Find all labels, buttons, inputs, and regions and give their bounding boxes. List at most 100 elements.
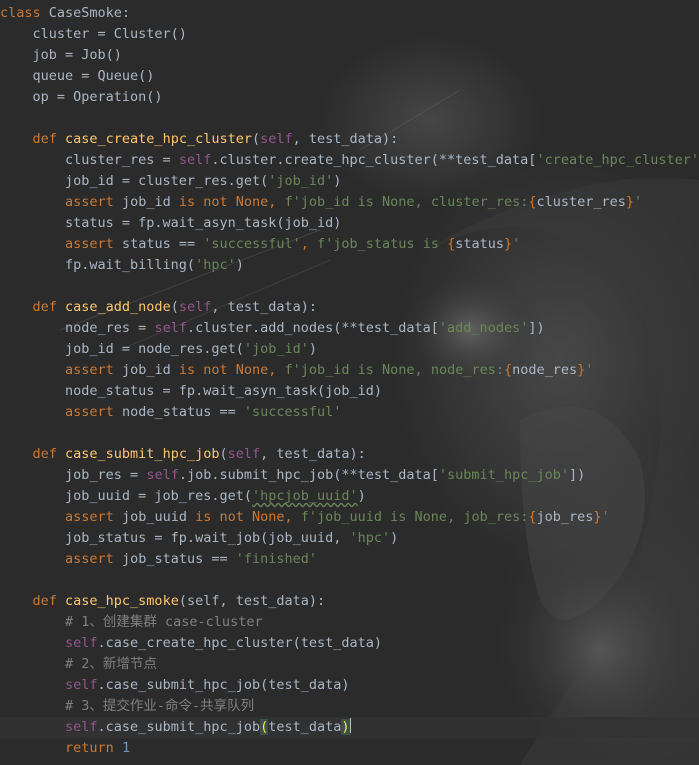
code-editor[interactable]: class CaseSmoke: cluster = Cluster() job…	[0, 0, 699, 765]
code-line[interactable]: assert node_status == 'successful'	[0, 402, 699, 423]
code-token: '	[601, 509, 610, 525]
code-line[interactable]: def case_add_node(self, test_data):	[0, 297, 699, 318]
code-token: ,	[284, 509, 301, 525]
code-line[interactable]	[0, 108, 699, 129]
code-line[interactable]: class CaseSmoke:	[0, 3, 699, 24]
code-line[interactable]: job_uuid = job_res.get('hpcjob_uuid')	[0, 486, 699, 507]
code-line[interactable]: fp.wait_billing('hpc')	[0, 255, 699, 276]
code-line[interactable]: op = Operation()	[0, 87, 699, 108]
code-token: f'job_uuid is None, job_res:	[300, 509, 529, 525]
code-token: job_res	[536, 509, 594, 525]
code-token: {	[503, 362, 513, 378]
code-token: test_data	[268, 719, 342, 735]
code-line[interactable]: assert job_id is not None, f'job_id is N…	[0, 192, 699, 213]
code-token: queue = Queue()	[0, 68, 155, 84]
code-line[interactable]: queue = Queue()	[0, 66, 699, 87]
code-line[interactable]: return 1	[0, 738, 699, 759]
code-token: case_hpc_smoke	[65, 593, 179, 609]
code-token: def	[32, 593, 66, 609]
code-token: '	[512, 236, 521, 252]
code-token: node_status = fp.wait_asyn_task(job_id)	[0, 383, 383, 399]
code-token: ])	[568, 467, 586, 483]
code-token: status = fp.wait_asyn_task(job_id)	[0, 215, 342, 231]
code-line[interactable]: cluster_res = self.cluster.create_hpc_cl…	[0, 150, 699, 171]
code-line[interactable]: self.case_submit_hpc_job(test_data)	[0, 675, 699, 696]
code-token: class	[0, 5, 49, 21]
code-token: node_status ==	[121, 404, 244, 420]
code-line[interactable]: # 3、提交作业-命令-共享队列	[0, 696, 699, 717]
code-token: cluster = Cluster()	[0, 26, 187, 42]
code-token: status ==	[121, 236, 204, 252]
code-token: is not None	[178, 362, 269, 378]
code-line[interactable]: # 2、新增节点	[0, 654, 699, 675]
code-line[interactable]: job_res = self.job.submit_hpc_job(**test…	[0, 465, 699, 486]
code-token: .case_submit_hpc_job	[97, 719, 261, 735]
code-token: self	[154, 320, 187, 336]
code-line[interactable]: job_id = node_res.get('job_id')	[0, 339, 699, 360]
code-token: job_status ==	[121, 551, 236, 567]
code-line[interactable]: self.case_create_hpc_cluster(test_data)	[0, 633, 699, 654]
code-token: )	[308, 341, 318, 357]
code-token: ,	[300, 236, 318, 252]
code-token: 'hpcjob_uuid'	[251, 488, 358, 504]
code-line[interactable]: job = Job()	[0, 45, 699, 66]
code-token: 'submit_hpc_job'	[438, 467, 569, 483]
code-line[interactable]: node_status = fp.wait_asyn_task(job_id)	[0, 381, 699, 402]
code-line[interactable]: job_id = cluster_res.get('job_id')	[0, 171, 699, 192]
code-token: self	[146, 467, 179, 483]
code-token: is not None	[195, 509, 285, 525]
code-token: case_add_node	[65, 299, 171, 315]
code-token: '	[585, 362, 594, 378]
code-token: 'job_id'	[268, 173, 334, 189]
code-line[interactable]: assert status == 'successful', f'job_sta…	[0, 234, 699, 255]
code-token: ,	[268, 362, 285, 378]
code-token: self	[227, 446, 261, 462]
code-token: self	[65, 719, 98, 735]
code-lines[interactable]: class CaseSmoke: cluster = Cluster() job…	[0, 3, 699, 759]
code-line[interactable]: assert job_status == 'finished'	[0, 549, 699, 570]
code-token: 'add_nodes'	[438, 320, 529, 336]
text-caret	[349, 718, 351, 733]
code-line[interactable]: def case_create_hpc_cluster(self, test_d…	[0, 129, 699, 150]
code-line[interactable]: cluster = Cluster()	[0, 24, 699, 45]
code-line[interactable]: def case_hpc_smoke(self, test_data):	[0, 591, 699, 612]
code-token: .case_submit_hpc_job(test_data)	[97, 677, 350, 693]
code-token: status	[455, 236, 504, 252]
code-line[interactable]: job_status = fp.wait_job(job_uuid, 'hpc'…	[0, 528, 699, 549]
code-line[interactable]: self.case_submit_hpc_job(test_data)	[0, 717, 699, 738]
code-token: assert	[65, 362, 122, 378]
code-token: , test_data):	[211, 299, 318, 315]
code-token: 'hpc'	[349, 530, 391, 546]
code-token: case_submit_hpc_job	[65, 446, 220, 462]
code-line[interactable]: assert job_uuid is not None, f'job_uuid …	[0, 507, 699, 528]
code-token: assert	[65, 509, 122, 525]
code-token: op = Operation()	[0, 89, 163, 105]
code-token: 'successful'	[203, 236, 301, 252]
code-token: self	[65, 677, 98, 693]
code-line[interactable]: status = fp.wait_asyn_task(job_id)	[0, 213, 699, 234]
code-line[interactable]	[0, 276, 699, 297]
code-token: job_res =	[0, 467, 147, 483]
code-token: job_uuid	[121, 509, 196, 525]
code-token: , test_data):	[260, 446, 366, 462]
code-line[interactable]: node_res = self.cluster.add_nodes(**test…	[0, 318, 699, 339]
code-line[interactable]: assert job_id is not None, f'job_id is N…	[0, 360, 699, 381]
code-line[interactable]: def case_submit_hpc_job(self, test_data)…	[0, 444, 699, 465]
code-token: fp.wait_billing(	[0, 257, 196, 273]
code-line[interactable]: # 1、创建集群 case-cluster	[0, 612, 699, 633]
code-token: job_id = cluster_res.get(	[0, 173, 269, 189]
code-token: # 2、新增节点	[65, 656, 157, 672]
code-token: f'job_id is None, cluster_res:	[284, 194, 529, 210]
code-token: .cluster.create_hpc_cluster(**test_data[	[211, 152, 537, 168]
code-line[interactable]	[0, 570, 699, 591]
code-line[interactable]	[0, 423, 699, 444]
